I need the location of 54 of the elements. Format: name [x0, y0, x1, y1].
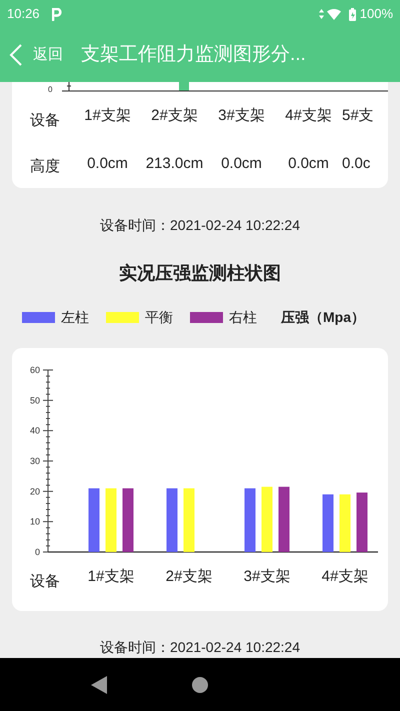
legend-label: 平衡: [145, 308, 173, 327]
table-cell-text: 0.0c: [342, 154, 370, 174]
bar: [278, 486, 290, 552]
axis-tick-label: 30: [30, 456, 40, 466]
bar: [88, 488, 100, 552]
category-label: 2#支架: [166, 568, 212, 585]
bar: [340, 494, 350, 552]
axis-title: 压强（Mpa）: [281, 308, 365, 327]
back-nav-icon[interactable]: [91, 676, 107, 694]
chevron-left-icon: [9, 43, 23, 67]
page-title: 支架工作阻力监测图形分...: [81, 42, 306, 67]
wifi-icon: [326, 8, 341, 20]
row-label: 高度: [30, 156, 61, 177]
device-time: 设备时间：2021-02-24 10:22:24: [100, 216, 300, 235]
data-arrows-icon: [318, 9, 324, 19]
axis-tick-label: 40: [30, 426, 40, 436]
back-button[interactable]: 返回: [9, 43, 63, 67]
table-cell-text: 213.0cm: [144, 154, 204, 174]
table-cell-text: 0.0cm: [220, 154, 263, 174]
axis-tick-label: 50: [30, 395, 40, 406]
chart-title: 实况压强监测柱状图: [119, 262, 281, 285]
category-label: 1#支架: [88, 568, 134, 585]
table-cell-text: 2#支架: [150, 106, 199, 126]
bar: [356, 492, 368, 552]
bar: [122, 488, 134, 552]
bar: [106, 488, 116, 552]
table-cell-text: 1#支架: [83, 106, 132, 126]
bar: [184, 488, 194, 552]
battery-percent: 100%: [360, 5, 393, 24]
legend-label: 右柱: [229, 308, 257, 327]
axis-tick-label: 60: [30, 365, 40, 375]
category-label: 3#支架: [244, 568, 290, 585]
status-time: 10:26: [7, 5, 40, 24]
axis-tick-label: 10: [30, 516, 40, 527]
home-nav-icon[interactable]: [192, 676, 208, 692]
row-label: 设备: [30, 110, 61, 131]
axis-title: 设备: [30, 573, 60, 590]
axis-tick-label: 0: [34, 547, 40, 557]
table-cell-text: 5#支: [342, 106, 374, 126]
table-cell-text: 0.0cm: [287, 154, 330, 174]
parking-icon: [52, 8, 62, 20]
table-cell-text: 4#支架: [284, 106, 333, 126]
legend-label: 左柱: [61, 308, 89, 327]
axis-tick-label: 20: [30, 486, 40, 496]
bar: [244, 488, 256, 552]
table-cell-text: 3#支架: [217, 106, 266, 126]
bar: [322, 494, 334, 552]
bar: [262, 486, 272, 552]
category-label: 4#支架: [322, 568, 368, 585]
table-cell-text: 0.0cm: [86, 154, 129, 174]
battery-icon: [348, 8, 356, 20]
axis-tick-label: 0: [48, 85, 52, 92]
bar: [166, 488, 178, 552]
device-time: 设备时间：2021-02-24 10:22:24: [100, 638, 300, 657]
